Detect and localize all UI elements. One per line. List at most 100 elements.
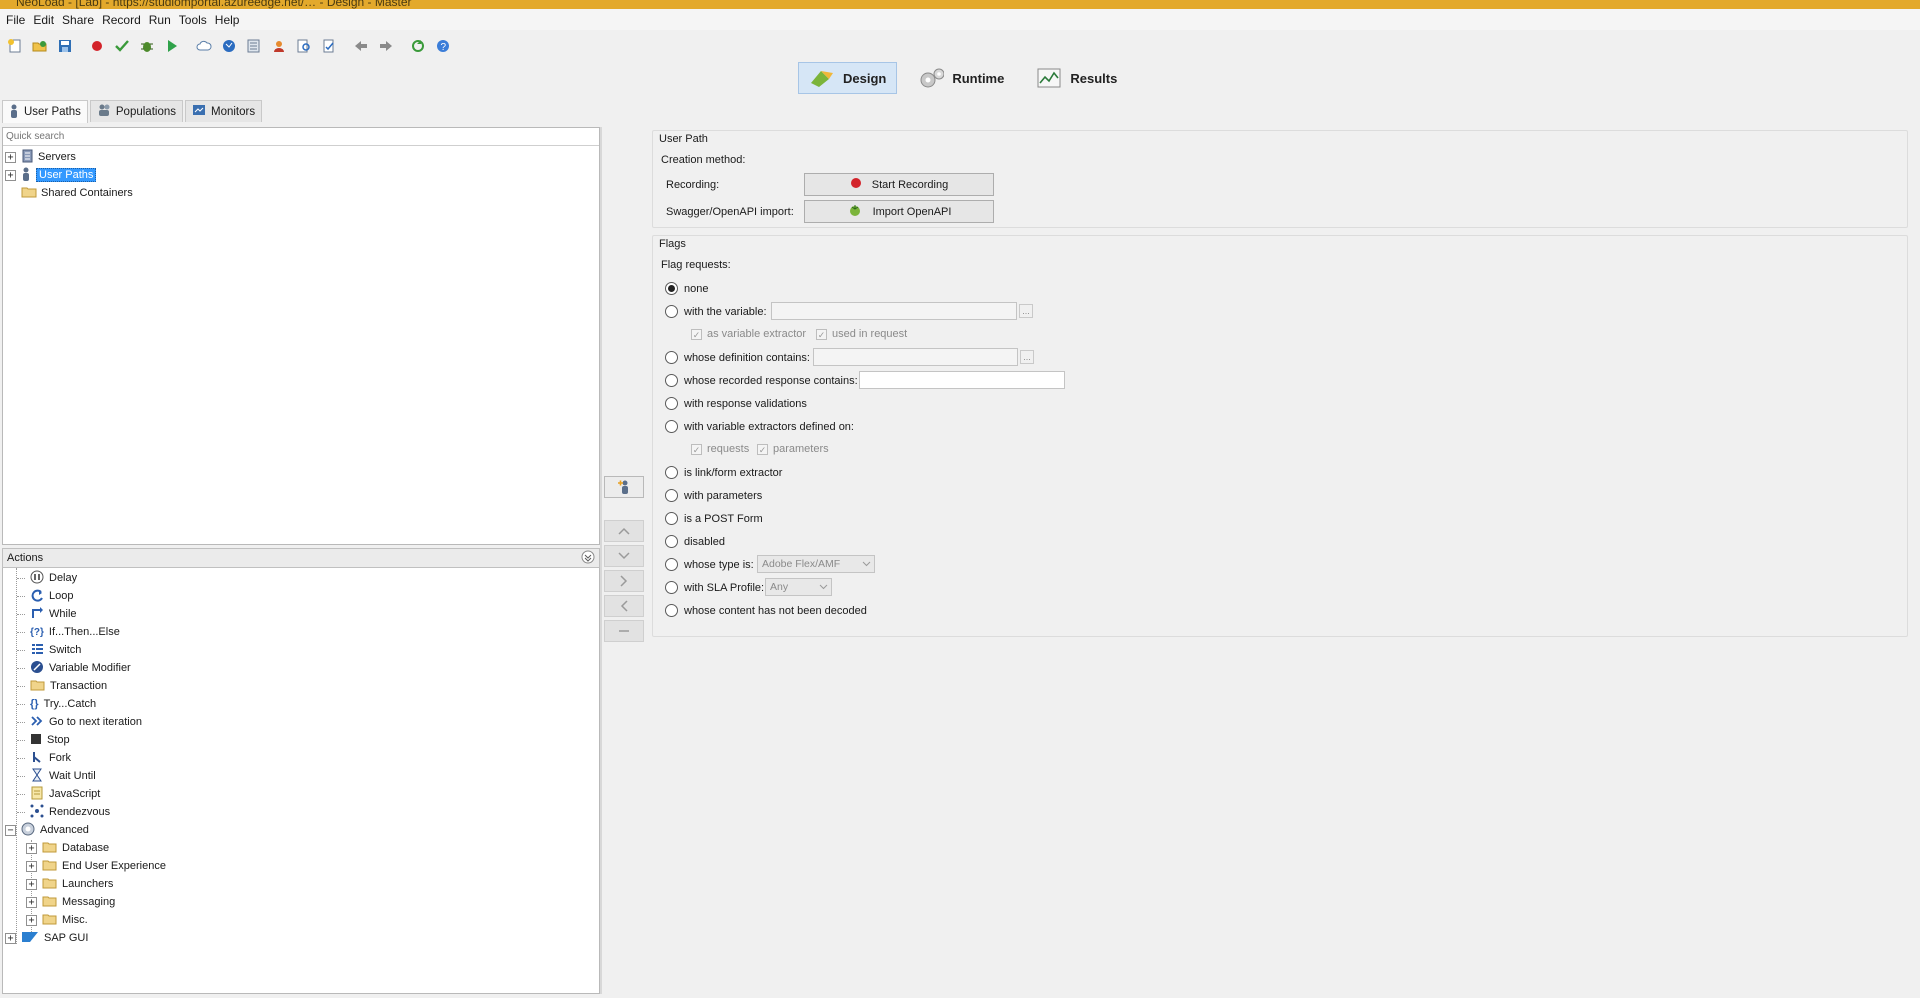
- quick-search-input[interactable]: [3, 128, 599, 146]
- panel-splitter[interactable]: [600, 127, 602, 994]
- import-openapi-button[interactable]: Import OpenAPI: [804, 200, 994, 223]
- collapse-icon[interactable]: [581, 550, 595, 567]
- check-icon[interactable]: [111, 35, 133, 57]
- action-messaging[interactable]: + Messaging: [26, 893, 115, 911]
- definition-browse-button[interactable]: ...: [1020, 350, 1034, 364]
- radio-not-decoded[interactable]: whose content has not been decoded: [665, 604, 867, 617]
- radio-with-variable[interactable]: with the variable:: [665, 305, 767, 318]
- radio-with-variable-extractors[interactable]: with variable extractors defined on:: [665, 420, 854, 433]
- radio-none[interactable]: none: [665, 282, 708, 295]
- tree-item-servers[interactable]: + Servers: [5, 148, 76, 166]
- menu-tools[interactable]: Tools: [177, 13, 213, 27]
- radio-whose-type-is[interactable]: whose type is:: [665, 558, 754, 571]
- checkbox-requests[interactable]: ✓ requests: [691, 443, 749, 455]
- expand-icon[interactable]: +: [26, 896, 37, 908]
- radio-disabled[interactable]: disabled: [665, 535, 725, 548]
- action-launchers[interactable]: + Launchers: [26, 875, 113, 893]
- add-user-path-button[interactable]: [604, 476, 644, 498]
- search-doc-icon[interactable]: [293, 35, 315, 57]
- action-go-to-next-iteration[interactable]: Go to next iteration: [17, 713, 142, 731]
- openapi-icon: [847, 203, 863, 220]
- expand-icon[interactable]: +: [26, 878, 37, 890]
- variable-browse-button[interactable]: ...: [1019, 304, 1033, 318]
- sla-profile-select[interactable]: Any: [765, 578, 832, 596]
- action-fork[interactable]: Fork: [17, 749, 71, 767]
- debug-icon[interactable]: [136, 35, 158, 57]
- record-icon[interactable]: [86, 35, 108, 57]
- variable-name-field[interactable]: [771, 302, 1017, 320]
- expand-icon[interactable]: +: [26, 860, 37, 872]
- start-recording-button[interactable]: Start Recording: [804, 173, 994, 196]
- radio-with-parameters[interactable]: with parameters: [665, 489, 762, 502]
- expand-icon[interactable]: +: [5, 151, 16, 163]
- move-left-button[interactable]: [604, 595, 644, 617]
- remove-button[interactable]: [604, 620, 644, 642]
- menu-file[interactable]: File: [4, 13, 31, 27]
- radio-with-sla-profile[interactable]: with SLA Profile:: [665, 581, 764, 594]
- design-mode-button[interactable]: Design: [798, 62, 898, 94]
- recorded-response-field[interactable]: [859, 371, 1065, 389]
- back-icon[interactable]: [350, 35, 372, 57]
- action-switch[interactable]: Switch: [17, 641, 81, 659]
- action-if-then-else[interactable]: {?} If...Then...Else: [17, 623, 120, 641]
- action-wait-until[interactable]: Wait Until: [17, 767, 96, 785]
- tree-item-user-paths[interactable]: + User Paths: [5, 166, 97, 184]
- action-variable-modifier[interactable]: Variable Modifier: [17, 659, 131, 677]
- expand-icon[interactable]: +: [26, 842, 37, 854]
- type-select[interactable]: Adobe Flex/AMF: [757, 555, 875, 573]
- action-advanced[interactable]: − Advanced: [5, 821, 89, 839]
- checkbox-as-variable-extractor[interactable]: ✓ as variable extractor: [691, 328, 806, 340]
- menu-share[interactable]: Share: [60, 13, 100, 27]
- tab-monitors[interactable]: Monitors: [185, 100, 263, 122]
- action-while[interactable]: While: [17, 605, 77, 623]
- action-loop[interactable]: Loop: [17, 587, 73, 605]
- save-icon[interactable]: [54, 35, 76, 57]
- action-rendezvous[interactable]: Rendezvous: [17, 803, 110, 821]
- expand-icon[interactable]: +: [5, 932, 16, 944]
- results-mode-button[interactable]: Results: [1025, 62, 1128, 94]
- people-icon[interactable]: [268, 35, 290, 57]
- radio-with-response-validations[interactable]: with response validations: [665, 397, 807, 410]
- move-down-button[interactable]: [604, 545, 644, 567]
- checkbox-parameters[interactable]: ✓ parameters: [757, 443, 829, 455]
- action-javascript[interactable]: JavaScript: [17, 785, 100, 803]
- flags-title: Flags: [659, 238, 686, 250]
- tree-item-shared-containers[interactable]: Shared Containers: [21, 184, 133, 202]
- sync-icon[interactable]: [407, 35, 429, 57]
- radio-whose-definition-contains[interactable]: whose definition contains:: [665, 351, 810, 364]
- expand-icon[interactable]: +: [26, 914, 37, 926]
- checkbox-used-in-request[interactable]: ✓ used in request: [816, 328, 907, 340]
- tab-populations[interactable]: Populations: [89, 100, 183, 122]
- tab-user-paths[interactable]: User Paths: [2, 100, 88, 123]
- action-database[interactable]: + Database: [26, 839, 109, 857]
- runtime-mode-button[interactable]: Runtime: [907, 62, 1015, 94]
- action-transaction[interactable]: Transaction: [17, 677, 107, 695]
- menu-edit[interactable]: Edit: [31, 13, 60, 27]
- action-try-catch[interactable]: {} Try...Catch: [17, 695, 96, 713]
- new-icon[interactable]: [4, 35, 26, 57]
- menu-run[interactable]: Run: [147, 13, 177, 27]
- help-icon[interactable]: ?: [432, 35, 454, 57]
- move-up-button[interactable]: [604, 520, 644, 542]
- radio-whose-recorded-response[interactable]: whose recorded response contains:: [665, 374, 858, 387]
- radio-is-post-form[interactable]: is a POST Form: [665, 512, 763, 525]
- action-misc[interactable]: + Misc.: [26, 911, 88, 929]
- globe-icon[interactable]: [218, 35, 240, 57]
- cloud-icon[interactable]: [193, 35, 215, 57]
- move-right-button[interactable]: [604, 570, 644, 592]
- wizard-icon[interactable]: [318, 35, 340, 57]
- menu-help[interactable]: Help: [213, 13, 246, 27]
- action-delay[interactable]: Delay: [17, 569, 77, 587]
- export-icon[interactable]: [243, 35, 265, 57]
- action-sap-gui[interactable]: + SAP GUI: [5, 929, 88, 947]
- action-end-user-experience[interactable]: + End User Experience: [26, 857, 166, 875]
- expand-icon[interactable]: +: [5, 169, 16, 181]
- definition-contains-field[interactable]: [813, 348, 1018, 366]
- collapse-tree-icon[interactable]: −: [5, 824, 16, 836]
- forward-icon[interactable]: [375, 35, 397, 57]
- action-stop[interactable]: Stop: [17, 731, 70, 749]
- open-icon[interactable]: [29, 35, 51, 57]
- radio-is-link-form-extractor[interactable]: is link/form extractor: [665, 466, 782, 479]
- menu-record[interactable]: Record: [100, 13, 147, 27]
- run-icon[interactable]: [161, 35, 183, 57]
